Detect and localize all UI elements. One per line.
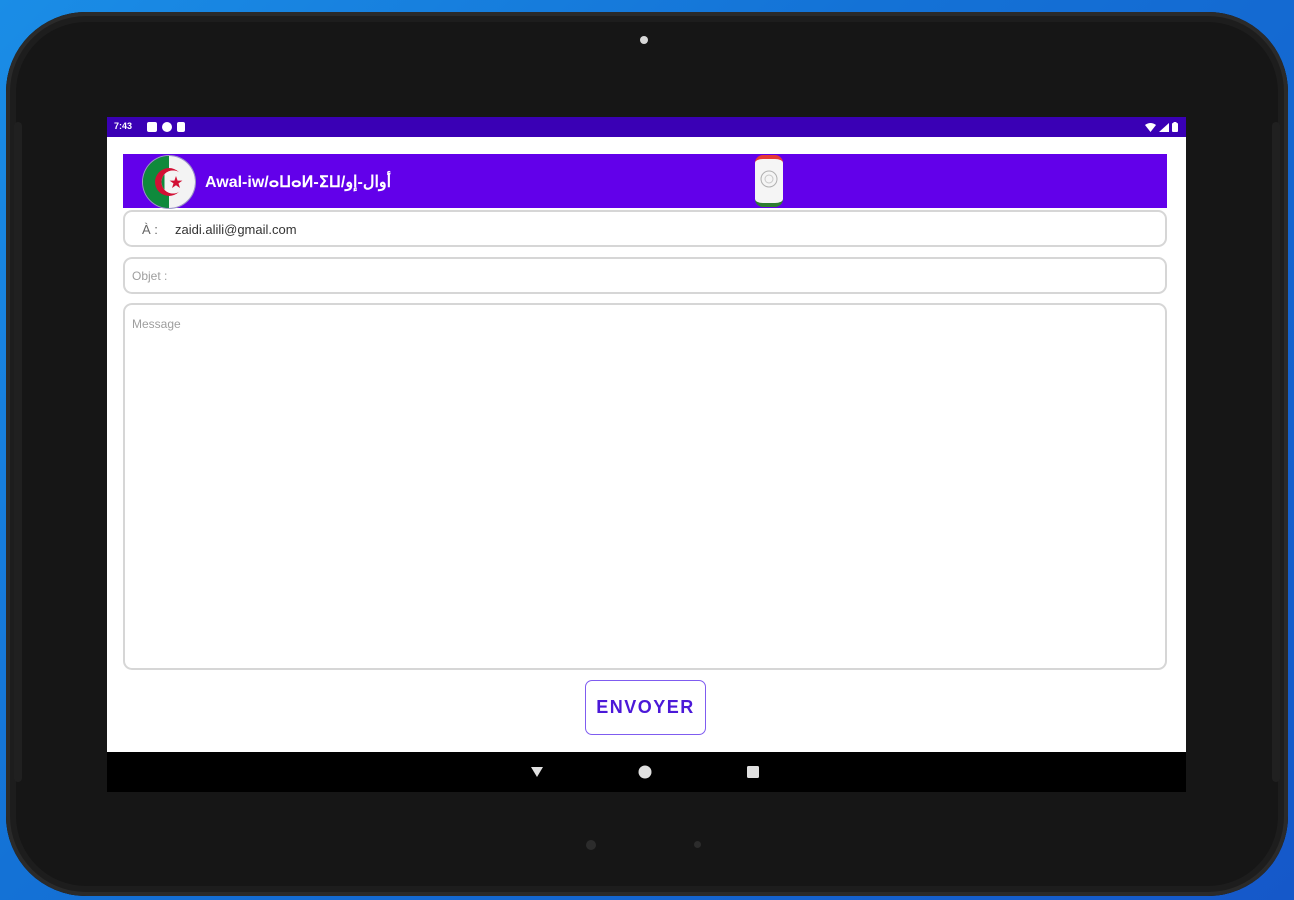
emblem-icon [755,155,783,207]
back-icon[interactable] [529,764,545,780]
recents-icon[interactable] [745,764,761,780]
message-field[interactable] [123,303,1167,670]
sd-card-icon [177,122,185,132]
status-bar: 7:43 [107,117,1186,137]
front-camera [640,36,648,44]
status-left-icons [147,122,185,132]
navigation-bar [107,752,1186,792]
recipient-value: zaidi.alili@gmail.com [175,222,297,237]
status-right-icons [1145,122,1178,132]
signal-icon [1159,122,1169,132]
hardware-sensor-right [694,841,701,848]
battery-icon [1172,122,1178,132]
hardware-sensor-left [586,840,596,850]
tablet-edge-left [14,122,22,782]
app-bar: Awal-iw/ⴰⵡⴰⵍ-ⵉⵡ/أوال-إو [123,154,1167,208]
sync-icon [162,122,172,132]
notification-icon [147,122,157,132]
home-icon[interactable] [637,764,653,780]
message-input[interactable] [132,317,1152,657]
device-screen: 7:43 Awal-iw/ⴰⵡⴰⵍ-ⵉⵡ/أوال-إو À: zaidi.a… [107,117,1186,792]
crescent-star-icon [155,168,185,196]
tablet-edge-right [1272,122,1280,782]
recipient-field[interactable]: À : zaidi.alili@gmail.com [123,210,1167,247]
app-title: Awal-iw/ⴰⵡⴰⵍ-ⵉⵡ/أوال-إو [205,174,392,191]
algeria-flag-logo [143,156,195,208]
wifi-icon [1145,122,1156,132]
recipient-label: À : [142,222,158,237]
subject-field[interactable] [123,257,1167,294]
send-button[interactable]: ENVOYER [585,680,706,735]
subject-input[interactable] [132,269,1152,283]
seal-icon [760,170,778,188]
status-time: 7:43 [114,121,133,131]
